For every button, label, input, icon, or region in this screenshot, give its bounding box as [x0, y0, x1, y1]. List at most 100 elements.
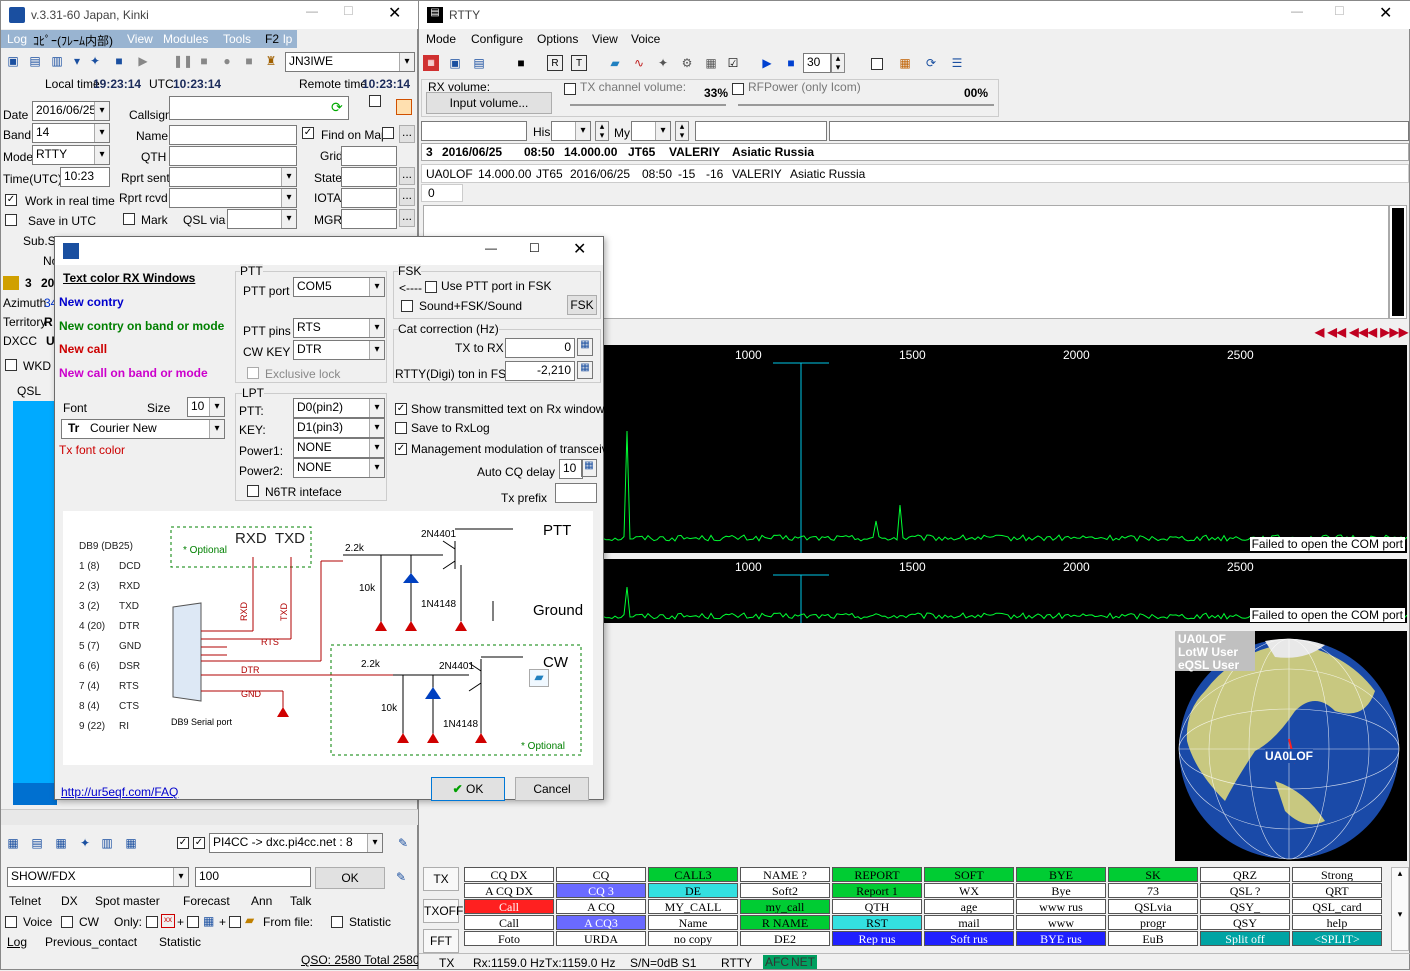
disk-icon[interactable]: ■: [111, 53, 127, 69]
save-utc-checkbox[interactable]: [5, 214, 17, 226]
rprt-sent-field[interactable]: [169, 167, 297, 187]
rfpower-checkbox[interactable]: [732, 83, 744, 95]
macro-button[interactable]: A CQ DX: [464, 883, 554, 898]
log-hscrollbar[interactable]: [1, 809, 419, 825]
maximize-icon[interactable]: ☐: [343, 4, 354, 18]
tool-square-icon[interactable]: [396, 99, 412, 115]
autocq-field[interactable]: 10: [559, 459, 583, 479]
macro-button[interactable]: QRT: [1292, 883, 1382, 898]
play-icon[interactable]: ▶: [135, 53, 151, 69]
status-net[interactable]: NET: [789, 955, 817, 969]
cluster-count-field[interactable]: 100: [195, 867, 311, 887]
his-combo[interactable]: [551, 121, 591, 141]
macro-button[interactable]: Foto: [464, 931, 554, 946]
macro-button[interactable]: MY_CALL: [648, 899, 738, 914]
entry-field-2[interactable]: [695, 121, 827, 141]
tab-previous-contact[interactable]: Previous_contact: [45, 935, 137, 949]
input-volume-button[interactable]: Input volume...: [426, 92, 552, 114]
pause-icon[interactable]: ❚❚: [173, 53, 193, 69]
menu-modules[interactable]: Modules: [163, 32, 208, 46]
rtty-check-icon[interactable]: ☑: [725, 55, 741, 71]
mark-checkbox[interactable]: [123, 213, 135, 225]
macro-button[interactable]: QTH: [832, 899, 922, 914]
wkd-checkbox[interactable]: [5, 359, 17, 371]
tab-talk[interactable]: Talk: [290, 894, 311, 908]
rtty-close-icon[interactable]: ✕: [1379, 3, 1392, 23]
macro-button[interactable]: Call: [464, 915, 554, 930]
tab-log[interactable]: Log: [7, 935, 27, 949]
macro-button[interactable]: QSL ?: [1200, 883, 1290, 898]
tx-to-rx-field[interactable]: 0: [505, 338, 575, 358]
macro-button[interactable]: SOFT: [924, 867, 1014, 882]
macro-button[interactable]: progr: [1108, 915, 1198, 930]
entry-field-3[interactable]: [829, 121, 1409, 141]
dialog-close-icon[interactable]: ✕: [573, 239, 586, 259]
ptt-pins-combo[interactable]: RTS: [293, 318, 385, 338]
show-tx-checkbox[interactable]: ✓: [395, 403, 407, 415]
color-new-call[interactable]: New call: [59, 342, 107, 356]
qsl-column-header[interactable]: QSL: [17, 384, 41, 398]
rtty-minimize-icon[interactable]: —: [1291, 4, 1303, 18]
macro-scroll[interactable]: ▴ ▾: [1391, 867, 1409, 951]
macro-button[interactable]: QRZ: [1200, 867, 1290, 882]
only-checkbox[interactable]: [146, 916, 158, 928]
macro-button[interactable]: 73: [1108, 883, 1198, 898]
spectrum-display-1[interactable]: 1000 1500 2000 2500 Failed to open the COM …: [603, 345, 1407, 553]
color-new-contry-band[interactable]: New contry on band or mode: [59, 319, 224, 333]
folder-icon[interactable]: ▰: [245, 913, 254, 927]
tx-to-rx-calc-icon[interactable]: ▦: [577, 338, 593, 356]
rtty-menu-voice[interactable]: Voice: [631, 32, 660, 46]
tab-telnet[interactable]: Telnet: [9, 894, 41, 908]
use-ptt-fsk-checkbox[interactable]: [425, 281, 437, 293]
faq-link[interactable]: http://ur5eqf.com/FAQ: [61, 785, 178, 799]
macro-button[interactable]: URDA: [556, 931, 646, 946]
cluster-command-combo[interactable]: SHOW/FDX: [7, 867, 189, 887]
macro-button[interactable]: CALL3: [648, 867, 738, 882]
tx-volume-slider[interactable]: [570, 104, 726, 106]
more-button-2[interactable]: ...: [399, 167, 415, 185]
statistic-checkbox[interactable]: [331, 916, 343, 928]
close-icon[interactable]: ✕: [388, 3, 401, 23]
menu-tools[interactable]: Tools: [223, 32, 251, 46]
tab-spot-master[interactable]: Spot master: [95, 894, 160, 908]
macro-button[interactable]: QSY_: [1200, 899, 1290, 914]
macro-button[interactable]: QSLvia: [1108, 899, 1198, 914]
rtty-menu-configure[interactable]: Configure: [471, 32, 523, 46]
date-field[interactable]: 2016/06/25: [32, 101, 110, 121]
status-afc[interactable]: AFC: [763, 955, 791, 969]
macro-button[interactable]: Soft rus: [924, 931, 1014, 946]
cluster-icon-6[interactable]: ▦: [123, 835, 139, 851]
iota-field[interactable]: [341, 188, 397, 208]
filter-icon[interactable]: xx: [161, 914, 175, 928]
mgr-field[interactable]: [341, 209, 397, 229]
rtty-folder-icon[interactable]: ▰: [607, 55, 623, 71]
rtty-t-icon[interactable]: T: [571, 55, 587, 71]
rtty-save-icon[interactable]: ▣: [447, 55, 463, 71]
dialog-ok-button[interactable]: ✔ OK: [431, 777, 505, 801]
macro-button[interactable]: my_call: [740, 899, 830, 914]
only-checkbox-2[interactable]: [187, 916, 199, 928]
dialog-cancel-button[interactable]: Cancel: [515, 777, 589, 801]
find-map-checkbox2[interactable]: [382, 127, 394, 139]
rtty-tool2-icon[interactable]: ⚙: [679, 55, 695, 71]
color-new-call-band[interactable]: New call on band or mode: [59, 366, 208, 380]
rtty-new-icon[interactable]: ▤: [471, 55, 487, 71]
tab-forecast[interactable]: Forecast: [183, 894, 230, 908]
save-rxlog-checkbox[interactable]: [395, 422, 407, 434]
rtty-r-icon[interactable]: R: [547, 55, 563, 71]
station-callsign-combo[interactable]: JN3IWE: [285, 52, 415, 72]
callsign-field[interactable]: [169, 96, 349, 120]
cluster-icon-2[interactable]: ▤: [29, 835, 45, 851]
record-icon[interactable]: ●: [219, 53, 235, 69]
power2-combo[interactable]: NONE: [293, 458, 385, 478]
my-spin[interactable]: ▴ ▾: [675, 121, 689, 141]
tool-icon[interactable]: ✦: [87, 53, 103, 69]
rtty-tool3-icon[interactable]: ▦: [703, 55, 719, 71]
open-icon[interactable]: ▥: [49, 53, 65, 69]
qth-field[interactable]: [169, 146, 297, 166]
spectrum-display-2[interactable]: 1000 1500 2000 2500 Failed to open the COM …: [603, 559, 1407, 623]
grid-field[interactable]: [341, 146, 397, 166]
txoff-button[interactable]: TXOFF: [423, 899, 463, 923]
rx-vscrollbar[interactable]: [1389, 205, 1407, 319]
macro-button[interactable]: A CQ: [556, 899, 646, 914]
